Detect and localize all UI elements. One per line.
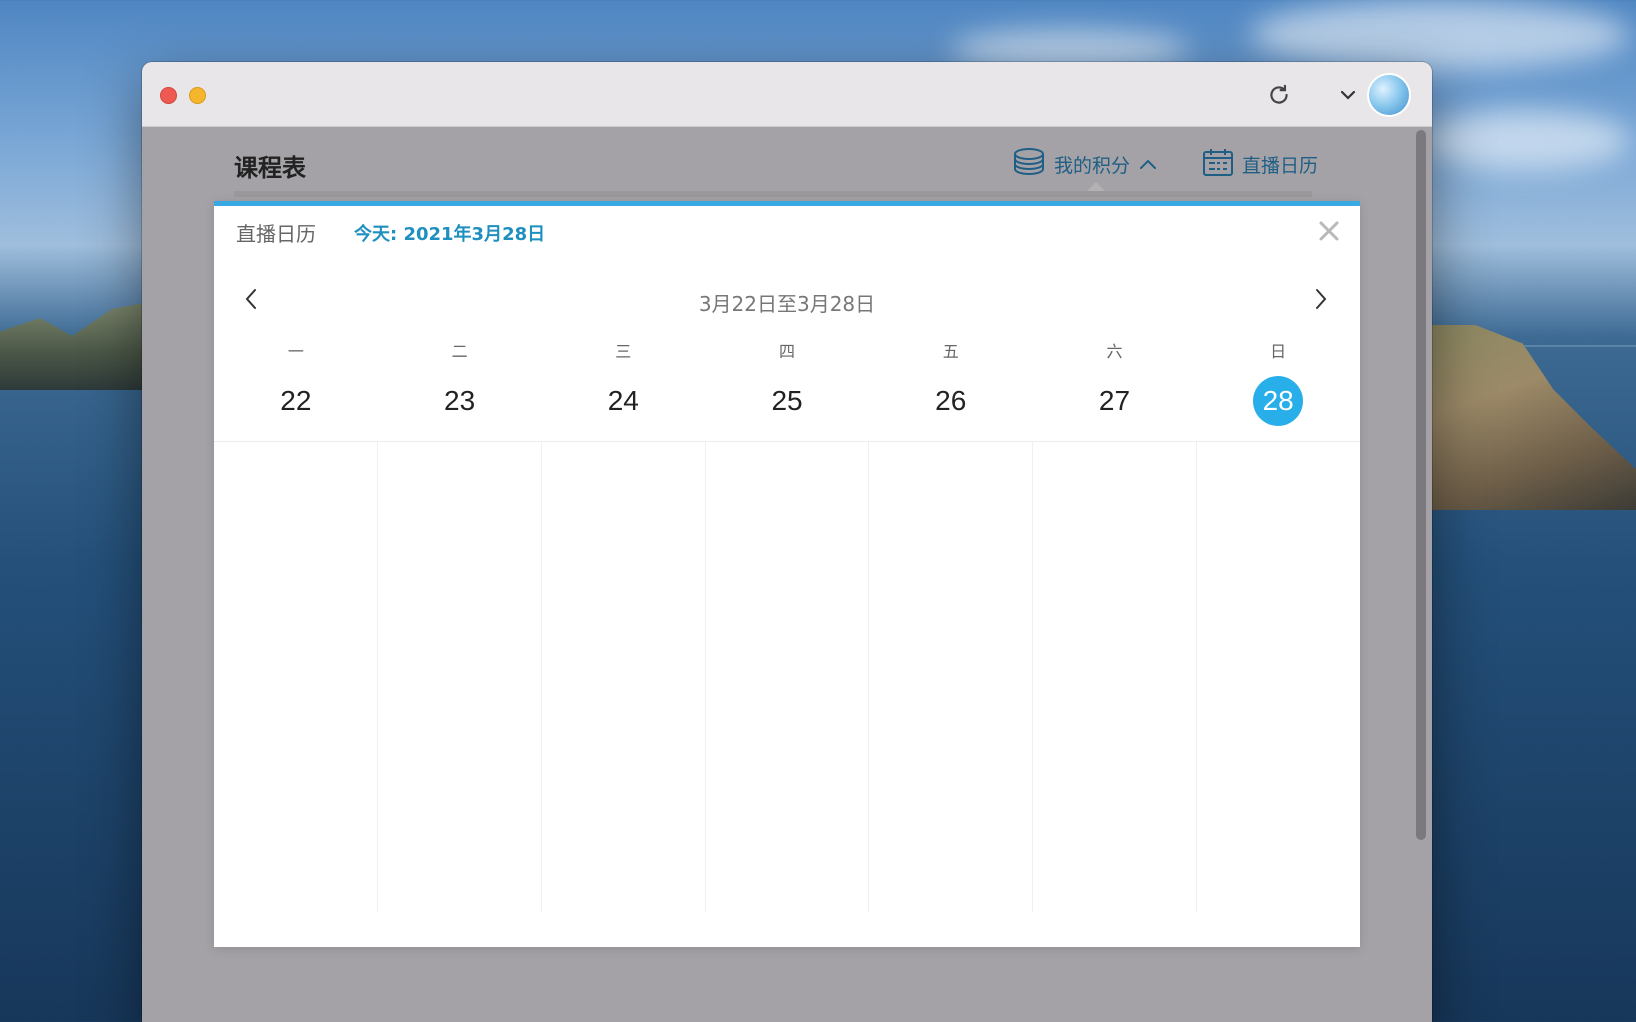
scrollbar[interactable]: [1416, 130, 1426, 840]
day-cell[interactable]: 二 23: [378, 336, 542, 441]
day-column[interactable]: [542, 442, 706, 912]
weekday-label: 二: [451, 342, 468, 361]
day-column[interactable]: [706, 442, 870, 912]
date-number[interactable]: 24: [598, 376, 648, 426]
day-cell[interactable]: 六 27: [1033, 336, 1197, 441]
page-title: 课程表: [234, 154, 306, 182]
cliff-left: [0, 300, 160, 390]
day-columns: [214, 442, 1360, 912]
weekday-label: 日: [1270, 342, 1287, 361]
header-divider: [234, 191, 1312, 197]
avatar[interactable]: [1367, 73, 1411, 117]
live-calendar-button[interactable]: 直播日历: [1202, 147, 1318, 182]
date-number[interactable]: 23: [435, 376, 485, 426]
day-cell[interactable]: 一 22: [214, 336, 378, 441]
calendar-icon: [1202, 147, 1234, 182]
week-range: 3月22日至3月28日: [698, 292, 876, 316]
cloud: [1250, 0, 1630, 70]
today-label[interactable]: 今天: 2021年3月28日: [354, 220, 545, 246]
day-column[interactable]: [214, 442, 378, 912]
cloud: [1420, 110, 1630, 170]
title-bar: [142, 62, 1432, 127]
day-column[interactable]: [1197, 442, 1360, 912]
weekday-label: 五: [942, 342, 959, 361]
week-days: 一 22 二 23 三 24 四 25 五 26 六 27 日 28: [214, 336, 1360, 441]
day-cell[interactable]: 五 26: [869, 336, 1033, 441]
date-number-today[interactable]: 28: [1253, 376, 1304, 426]
day-cell[interactable]: 三 24: [541, 336, 705, 441]
chevron-up-icon: [1138, 154, 1158, 176]
refresh-icon[interactable]: [1264, 80, 1294, 110]
chevron-right-icon[interactable]: [1306, 282, 1336, 316]
close-window-button[interactable]: [160, 87, 177, 104]
date-number[interactable]: 27: [1089, 376, 1139, 426]
weekday-label: 六: [1106, 342, 1123, 361]
minimize-window-button[interactable]: [189, 87, 206, 104]
panel-title: 直播日历: [236, 222, 316, 246]
chevron-down-icon[interactable]: [1336, 82, 1360, 108]
date-number[interactable]: 25: [762, 376, 812, 426]
my-points-button[interactable]: 我的积分: [1012, 147, 1158, 182]
close-icon[interactable]: [1314, 216, 1344, 246]
day-column[interactable]: [869, 442, 1034, 912]
my-points-label: 我的积分: [1054, 155, 1131, 177]
date-number[interactable]: 26: [926, 376, 976, 426]
day-cell[interactable]: 四 25: [705, 336, 869, 441]
weekday-label: 三: [615, 342, 632, 361]
day-column[interactable]: [378, 442, 542, 912]
weekday-label: 一: [287, 342, 304, 361]
weekday-label: 四: [779, 342, 796, 361]
cliff-right: [1430, 325, 1636, 510]
app-window: 课程表 我的积分 直播日历 直播日历 今天: 2021年3月28日 3月22日至…: [142, 62, 1432, 1022]
live-calendar-panel: 直播日历 今天: 2021年3月28日 3月22日至3月28日 一 22 二 2…: [214, 201, 1360, 947]
day-cell[interactable]: 日 28: [1196, 336, 1360, 441]
coins-stack-icon: [1012, 147, 1046, 182]
day-column[interactable]: [1033, 442, 1198, 912]
date-number[interactable]: 22: [271, 376, 321, 426]
live-calendar-label: 直播日历: [1242, 155, 1319, 177]
